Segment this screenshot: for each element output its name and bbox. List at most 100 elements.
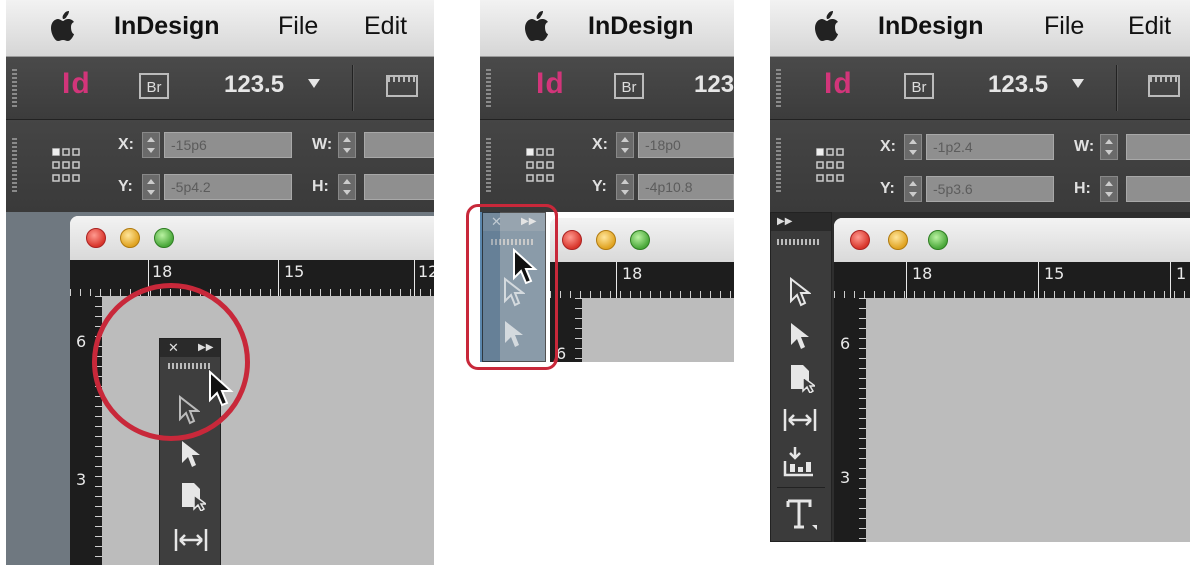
highlight-box xyxy=(466,204,558,370)
tools-panel-grip[interactable] xyxy=(777,239,819,245)
h-field[interactable] xyxy=(1126,176,1190,202)
docked-tools-panel[interactable]: ▶▶ xyxy=(770,212,832,542)
close-window-button[interactable] xyxy=(86,228,106,248)
screen-mode-icon[interactable] xyxy=(386,75,418,97)
reference-point-icon[interactable] xyxy=(526,148,554,182)
ruler-number: 12 xyxy=(418,262,434,281)
tools-panel-header[interactable]: ▶▶ xyxy=(771,213,831,231)
zoom-level[interactable]: 123.5 xyxy=(988,71,1048,99)
reference-point-icon[interactable] xyxy=(816,148,844,182)
zoom-dropdown-icon[interactable] xyxy=(1072,79,1084,88)
menu-file[interactable]: File xyxy=(278,12,318,41)
h-stepper[interactable] xyxy=(338,174,356,200)
x-field[interactable]: -18p0 xyxy=(638,132,734,158)
vertical-ruler[interactable]: 6 3 xyxy=(834,298,866,542)
document-window: 18 6 xyxy=(550,218,734,362)
y-field[interactable]: -5p3.6 xyxy=(926,176,1054,202)
apple-logo-icon[interactable] xyxy=(814,10,840,42)
x-field[interactable]: -1p2.4 xyxy=(926,134,1054,160)
tools-divider xyxy=(777,487,825,488)
indesign-logo: Id xyxy=(824,67,853,100)
page-tool-icon[interactable] xyxy=(180,481,206,511)
x-stepper[interactable] xyxy=(616,132,634,158)
menu-indesign[interactable]: InDesign xyxy=(878,12,984,41)
w-field[interactable] xyxy=(364,132,434,158)
horizontal-ruler[interactable]: 18 15 1 xyxy=(834,262,1190,298)
page-tool-icon[interactable] xyxy=(789,363,815,393)
y-label: Y: xyxy=(118,178,133,195)
ruler-number: 18 xyxy=(912,264,933,283)
selection-tool-icon[interactable] xyxy=(789,277,811,307)
menu-edit[interactable]: Edit xyxy=(1128,12,1171,41)
appbar-grip[interactable] xyxy=(776,69,781,107)
document-titlebar[interactable] xyxy=(834,218,1190,263)
appbar-grip[interactable] xyxy=(12,69,17,107)
pasteboard[interactable] xyxy=(582,298,734,362)
zoom-window-button[interactable] xyxy=(928,230,948,250)
ruler-number: 18 xyxy=(152,262,173,281)
zoom-window-button[interactable] xyxy=(154,228,174,248)
direct-selection-tool-icon[interactable] xyxy=(789,321,811,351)
bridge-button[interactable]: Br xyxy=(904,73,934,99)
x-field[interactable]: -15p6 xyxy=(164,132,292,158)
h-field[interactable] xyxy=(364,174,434,200)
control-panel: X: -1p2.4 Y: -5p3.6 W: H: xyxy=(770,120,1190,212)
horizontal-ruler[interactable]: 18 xyxy=(550,262,734,298)
x-stepper[interactable] xyxy=(142,132,160,158)
y-field[interactable]: -4p10.8 xyxy=(638,174,734,200)
bridge-button[interactable]: Br xyxy=(614,73,644,99)
zoom-level[interactable]: 123.5 xyxy=(224,71,284,99)
y-stepper[interactable] xyxy=(142,174,160,200)
x-stepper[interactable] xyxy=(904,134,922,160)
direct-selection-tool-icon[interactable] xyxy=(180,439,202,469)
menu-edit[interactable]: Edit xyxy=(364,12,407,41)
close-window-button[interactable] xyxy=(850,230,870,250)
control-grip[interactable] xyxy=(776,138,781,194)
gap-tool-icon[interactable] xyxy=(174,527,208,553)
minimize-window-button[interactable] xyxy=(120,228,140,248)
h-stepper[interactable] xyxy=(1100,176,1118,202)
document-titlebar[interactable] xyxy=(70,216,434,261)
zoom-dropdown-icon[interactable] xyxy=(308,79,320,88)
screen-mode-icon[interactable] xyxy=(1148,75,1180,97)
pasteboard[interactable] xyxy=(866,298,1190,542)
w-stepper[interactable] xyxy=(1100,134,1118,160)
minimize-window-button[interactable] xyxy=(596,230,616,250)
ruler-tick xyxy=(278,260,279,296)
control-grip[interactable] xyxy=(12,138,17,194)
control-grip[interactable] xyxy=(486,138,491,194)
type-tool-icon[interactable] xyxy=(785,497,819,533)
gap-tool-icon[interactable] xyxy=(783,407,817,433)
close-window-button[interactable] xyxy=(562,230,582,250)
w-field[interactable] xyxy=(1126,134,1190,160)
menu-file[interactable]: File xyxy=(1044,12,1084,41)
horizontal-ruler[interactable]: 18 15 12 xyxy=(70,260,434,296)
application-bar: Id Br 123 xyxy=(480,57,734,120)
y-stepper[interactable] xyxy=(904,176,922,202)
appbar-divider xyxy=(1116,65,1118,111)
collapse-icon[interactable]: ▶▶ xyxy=(777,213,792,231)
minimize-window-button[interactable] xyxy=(888,230,908,250)
ruler-tick xyxy=(414,260,415,296)
appbar-grip[interactable] xyxy=(486,69,491,107)
w-label: W: xyxy=(1074,138,1095,155)
h-label: H: xyxy=(312,178,329,195)
zoom-window-button[interactable] xyxy=(630,230,650,250)
menu-bar: InDesign File Edit xyxy=(770,0,1190,57)
reference-point-icon[interactable] xyxy=(52,148,80,182)
w-stepper[interactable] xyxy=(338,132,356,158)
y-field[interactable]: -5p4.2 xyxy=(164,174,292,200)
apple-logo-icon[interactable] xyxy=(524,10,550,42)
menu-indesign[interactable]: InDesign xyxy=(588,12,694,41)
y-stepper[interactable] xyxy=(616,174,634,200)
apple-logo-icon[interactable] xyxy=(50,10,76,42)
menu-indesign[interactable]: InDesign xyxy=(114,12,220,41)
ruler-tick xyxy=(906,262,907,298)
zoom-level[interactable]: 123 xyxy=(694,71,734,99)
document-titlebar[interactable] xyxy=(550,218,734,263)
ruler-number: 6 xyxy=(840,334,851,353)
ruler-tick xyxy=(1170,262,1171,298)
screenshot-panel-1: InDesign File Edit Id Br 123.5 X: -15p6 … xyxy=(6,0,434,565)
bridge-button[interactable]: Br xyxy=(139,73,169,99)
content-collector-tool-icon[interactable] xyxy=(783,445,819,479)
